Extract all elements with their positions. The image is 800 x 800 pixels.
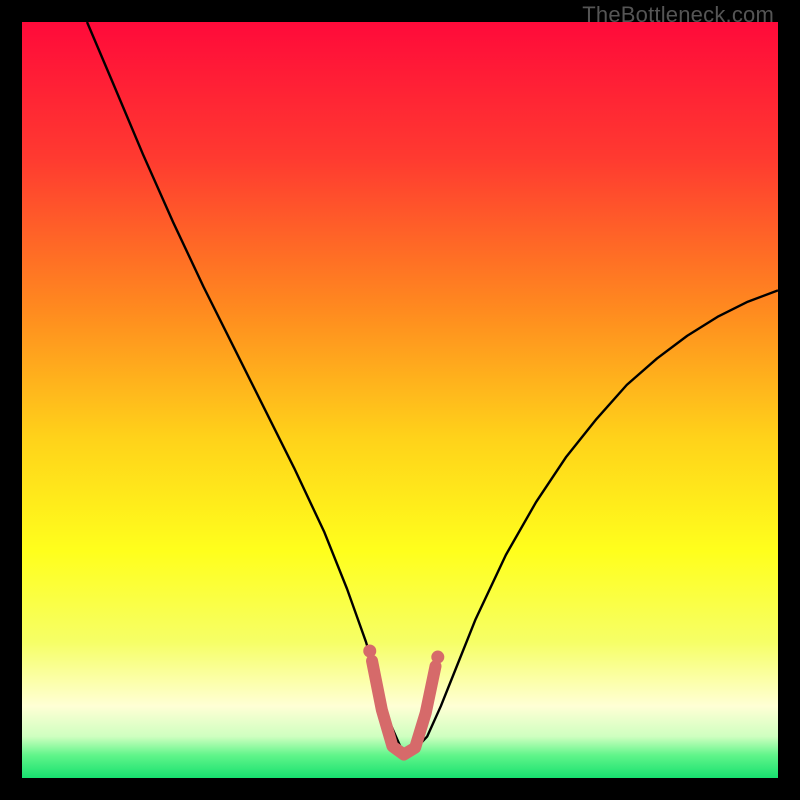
bottleneck-chart [22,22,778,778]
chart-plot-area [22,22,778,778]
highlight-endpoint-0 [363,644,376,657]
chart-frame: TheBottleneck.com [0,0,800,800]
watermark-text: TheBottleneck.com [582,2,774,28]
highlight-endpoint-1 [431,651,444,664]
